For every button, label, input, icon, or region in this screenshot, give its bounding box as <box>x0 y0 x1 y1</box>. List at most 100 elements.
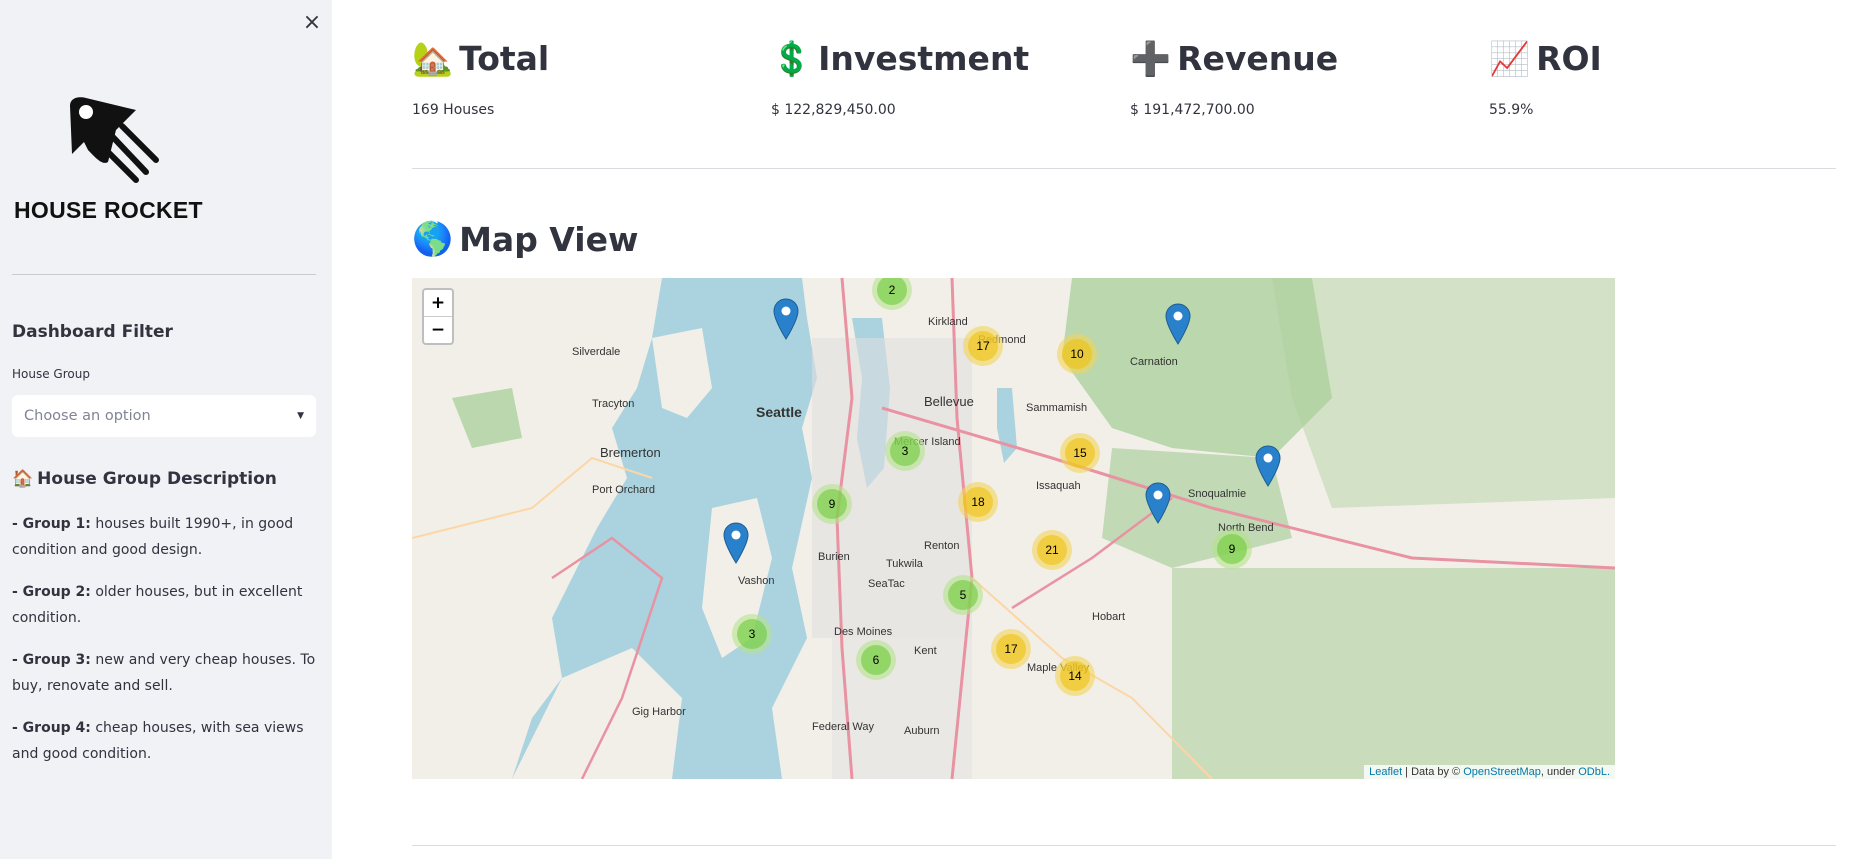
house-group-select[interactable]: Choose an option ▼ <box>12 395 316 437</box>
place-label: Seattle <box>756 404 802 420</box>
sidebar-divider <box>12 274 316 275</box>
cluster-marker[interactable]: 9 <box>812 484 852 524</box>
map-view-title-text: Map View <box>459 219 639 259</box>
place-label: SeaTac <box>868 578 905 590</box>
map-attribution: Leaflet | Data by © OpenStreetMap, under… <box>1364 765 1615 779</box>
metric-revenue-label: Revenue <box>1177 39 1339 78</box>
group-2-description: - Group 2: older houses, but in excellen… <box>12 579 317 631</box>
map-pin-icon[interactable] <box>1145 482 1171 524</box>
group-2-label: - Group 2: <box>12 584 91 600</box>
place-label: Federal Way <box>812 721 874 733</box>
odbl-link[interactable]: ODbL. <box>1578 766 1610 778</box>
place-label: Kent <box>914 645 937 657</box>
dollar-icon: 💲 <box>771 39 813 78</box>
plus-icon: ➕ <box>1130 39 1172 78</box>
group-4-label: - Group 4: <box>12 720 91 736</box>
map-pin-icon[interactable] <box>1255 445 1281 487</box>
group-4-description: - Group 4: cheap houses, with sea views … <box>12 715 317 767</box>
attribution-text: , under <box>1540 766 1579 778</box>
house-icon: 🏠 <box>12 469 34 489</box>
cluster-marker[interactable]: 18 <box>958 482 998 522</box>
desc-title-text: House Group Description <box>37 469 277 489</box>
cluster-count: 17 <box>996 634 1026 664</box>
divider-top <box>412 168 1836 169</box>
metric-total-value: 169 Houses <box>412 102 495 118</box>
place-label: Tukwila <box>886 558 923 570</box>
map[interactable]: + − Seattle Bellevue Bremerton Kirkland … <box>412 278 1615 779</box>
metric-total-label: Total <box>459 39 550 78</box>
place-label: Renton <box>924 540 960 552</box>
cluster-marker[interactable]: 9 <box>1212 529 1252 569</box>
cluster-count: 14 <box>1060 661 1090 691</box>
osm-link[interactable]: OpenStreetMap <box>1463 766 1541 778</box>
cluster-marker[interactable]: 15 <box>1060 433 1100 473</box>
group-3-description: - Group 3: new and very cheap houses. To… <box>12 647 317 699</box>
place-label: Issaquah <box>1036 480 1081 492</box>
cluster-count: 18 <box>963 487 993 517</box>
place-label: Snoqualmie <box>1188 488 1247 500</box>
cluster-count: 6 <box>861 645 891 675</box>
cluster-marker[interactable]: 5 <box>943 575 983 615</box>
place-label: Tracyton <box>592 398 635 410</box>
place-label: Vashon <box>738 575 775 587</box>
cluster-count: 5 <box>948 580 978 610</box>
select-placeholder: Choose an option <box>24 408 151 424</box>
place-label: Carnation <box>1130 356 1178 368</box>
map-pin-icon[interactable] <box>723 522 749 564</box>
rocket-icon <box>70 97 159 183</box>
filter-title: Dashboard Filter <box>12 322 173 342</box>
divider-bottom <box>412 845 1836 846</box>
close-sidebar-icon[interactable]: × <box>300 10 324 35</box>
sidebar: × HOUSE ROCKET Dashboard Filter House Gr… <box>0 0 332 859</box>
place-label: Silverdale <box>572 346 621 358</box>
metric-roi-value: 55.9% <box>1489 102 1534 118</box>
place-label: Port Orchard <box>592 484 655 496</box>
map-pin-icon[interactable] <box>1165 303 1191 345</box>
metric-roi: 📈 ROI 55.9% <box>1489 38 1602 118</box>
metric-total: 🏡 Total 169 Houses <box>412 38 549 118</box>
cluster-marker[interactable]: 17 <box>963 326 1003 366</box>
chevron-down-icon: ▼ <box>297 411 304 421</box>
chart-increasing-icon: 📈 <box>1489 39 1531 78</box>
place-label: Bellevue <box>924 394 974 409</box>
place-label: Burien <box>818 551 850 563</box>
metric-investment-value: $ 122,829,450.00 <box>771 102 896 118</box>
metric-investment: 💲 Investment $ 122,829,450.00 <box>771 38 1029 118</box>
group-3-label: - Group 3: <box>12 652 91 668</box>
zoom-out-button[interactable]: − <box>424 316 452 343</box>
metric-revenue-value: $ 191,472,700.00 <box>1130 102 1255 118</box>
map-pin-icon[interactable] <box>773 298 799 340</box>
map-view-title: 🌎 Map View <box>412 219 638 259</box>
cluster-count: 2 <box>877 278 907 305</box>
cluster-marker[interactable]: 6 <box>856 640 896 680</box>
place-label: Kirkland <box>928 316 968 328</box>
cluster-count: 9 <box>817 489 847 519</box>
logo-text: HOUSE ROCKET <box>14 197 203 223</box>
cluster-marker[interactable]: 3 <box>732 614 772 654</box>
cluster-marker[interactable]: 10 <box>1057 334 1097 374</box>
place-label: Auburn <box>904 725 940 737</box>
cluster-marker[interactable]: 14 <box>1055 656 1095 696</box>
metric-revenue: ➕ Revenue $ 191,472,700.00 <box>1130 38 1338 118</box>
cluster-marker[interactable]: 21 <box>1032 530 1072 570</box>
cluster-count: 15 <box>1065 438 1095 468</box>
zoom-controls: + − <box>422 288 454 345</box>
leaflet-link[interactable]: Leaflet <box>1369 766 1402 778</box>
place-label: Hobart <box>1092 611 1126 623</box>
cluster-count: 17 <box>968 331 998 361</box>
zoom-in-button[interactable]: + <box>424 290 452 316</box>
place-label: Gig Harbor <box>632 706 686 718</box>
cluster-count: 3 <box>737 619 767 649</box>
metric-roi-label: ROI <box>1536 39 1602 78</box>
cluster-count: 3 <box>890 436 920 466</box>
attribution-text: | Data by © <box>1402 766 1464 778</box>
house-group-description-title: 🏠 House Group Description <box>12 469 277 489</box>
cluster-marker[interactable]: 3 <box>885 431 925 471</box>
place-label: Des Moines <box>834 626 893 638</box>
place-label: Sammamish <box>1026 402 1088 414</box>
house-garden-icon: 🏡 <box>412 39 454 78</box>
cluster-count: 21 <box>1037 535 1067 565</box>
place-label: Bremerton <box>600 445 661 460</box>
cluster-marker[interactable]: 17 <box>991 629 1031 669</box>
group-1-description: - Group 1: houses built 1990+, in good c… <box>12 511 317 563</box>
